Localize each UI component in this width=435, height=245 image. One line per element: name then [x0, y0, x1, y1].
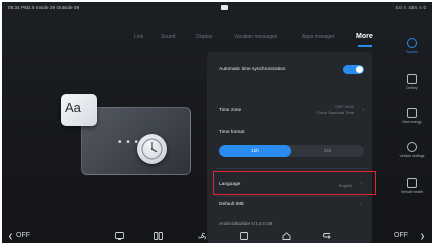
active-tab-indicator — [358, 45, 372, 47]
new-energy-icon — [407, 108, 417, 118]
tab-sound[interactable]: Sound — [161, 34, 175, 40]
tab-link[interactable]: Link — [134, 34, 143, 40]
language-highlight-box — [213, 171, 376, 195]
sidebar-item-label: Vehicle settings — [399, 154, 425, 158]
dots-text: • • • — [118, 137, 140, 148]
sidebar-item-label: New energy — [402, 120, 422, 124]
seat-heat-right-icon[interactable]: ❯ — [420, 233, 425, 240]
sidebar-item-label: System — [406, 50, 418, 54]
screen-icon[interactable] — [115, 232, 124, 242]
clock-icon — [137, 134, 167, 164]
time-format-24h-option[interactable]: 24h — [291, 145, 364, 157]
status-left-text: 09:34 PM2.5 Inside 29 Outside 09 — [8, 5, 80, 10]
seat-heat-left-icon[interactable]: ❮ — [8, 233, 13, 240]
settings-screen: 09:34 PM2.5 Inside 29 Outside 09 4.0 ⚠ 4… — [2, 2, 432, 243]
android-version-label: AndroidBuilder:V1.0.0.08 — [219, 222, 273, 227]
back-icon[interactable] — [322, 232, 331, 242]
fan-icon[interactable] — [198, 232, 207, 243]
auto-time-sync-toggle[interactable] — [343, 65, 364, 74]
status-right-text: 4.0 ⚠ 43m ⚠ 0 — [395, 5, 426, 10]
time-zone-value-line2: China Standard Time — [316, 110, 354, 115]
split-screen-icon[interactable] — [154, 232, 163, 242]
vehicle-settings-icon — [407, 142, 417, 152]
square-icon[interactable] — [240, 232, 248, 242]
sidebar-item-new-energy[interactable]: New energy — [393, 108, 431, 124]
font-card: Aa — [61, 94, 97, 126]
settings-panel: Automatic time synchronization Time zone… — [207, 52, 372, 243]
sidebar-item-vehicle-health[interactable]: Vehicle health — [393, 178, 431, 194]
home-icon[interactable] — [282, 232, 291, 242]
time-format-label: Time format — [219, 130, 245, 135]
auto-time-sync-label: Automatic time synchronization — [219, 67, 286, 72]
tab-more[interactable]: More — [356, 33, 373, 40]
right-climate-status[interactable]: OFF — [394, 232, 408, 239]
default-ime-chevron-icon: › — [360, 201, 362, 207]
sidebar-item-defkey[interactable]: Defkey — [393, 74, 431, 90]
defkey-icon — [407, 74, 417, 84]
time-zone-chevron-icon: › — [362, 107, 364, 113]
tab-display[interactable]: Display — [196, 34, 212, 40]
divider — [217, 196, 367, 197]
sidebar-item-label: Defkey — [406, 86, 418, 90]
sidebar-item-label: Vehicle health — [400, 190, 424, 194]
time-format-12h-option[interactable]: 12h — [219, 145, 291, 157]
system-icon — [407, 38, 417, 48]
language-illustration: Aa • • • — [57, 87, 192, 182]
sidebar-item-system[interactable]: System — [393, 38, 431, 54]
sidebar-item-vehicle-settings[interactable]: Vehicle settings — [393, 142, 431, 158]
notification-icon — [221, 5, 228, 10]
default-ime-label[interactable]: Default IME — [219, 202, 244, 207]
bottom-bar: ❮ OFF OFF ❯ — [2, 231, 432, 243]
tab-apps-manager[interactable]: Apps manager — [302, 34, 335, 40]
toggle-knob — [356, 66, 363, 73]
divider — [217, 168, 367, 169]
time-zone-value-line1: GMT+8:00 — [334, 104, 354, 109]
status-bar: 09:34 PM2.5 Inside 29 Outside 09 4.0 ⚠ 4… — [2, 2, 432, 16]
time-format-selector: 12h 24h — [219, 145, 364, 157]
time-zone-label[interactable]: Time zone — [219, 108, 241, 113]
vehicle-health-icon — [407, 178, 417, 188]
left-climate-status[interactable]: OFF — [16, 232, 30, 239]
font-card-text: Aa — [65, 100, 81, 115]
tab-vacation-messages[interactable]: Vacation messages — [234, 34, 277, 40]
